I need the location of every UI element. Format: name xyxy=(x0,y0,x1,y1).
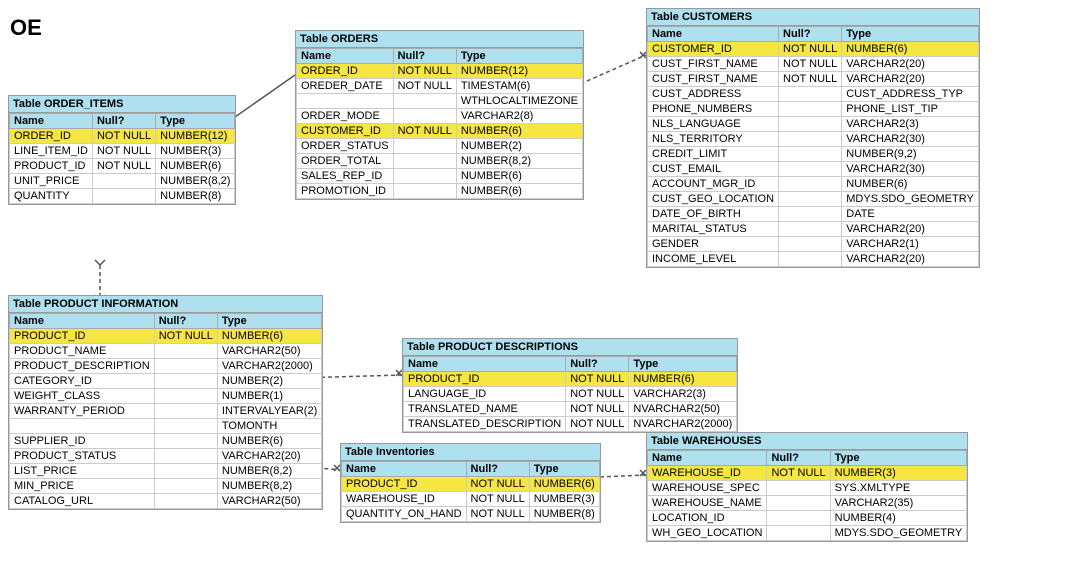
col-header-null: Null? xyxy=(566,357,629,372)
table-customers-title: Table CUSTOMERS xyxy=(647,9,979,26)
table-order-items-title: Table ORDER_ITEMS xyxy=(9,96,235,113)
table-warehouses-title: Table WAREHOUSES xyxy=(647,433,967,450)
col-header-name: Name xyxy=(297,49,394,64)
table-row: CUST_EMAIL VARCHAR2(30) xyxy=(648,162,979,177)
table-product-information-title: Table PRODUCT INFORMATION xyxy=(9,296,322,313)
table-row: CREDIT_LIMIT NUMBER(9,2) xyxy=(648,147,979,162)
table-row: ORDER_MODE VARCHAR2(8) xyxy=(297,109,583,124)
table-product-descriptions-title: Table PRODUCT DESCRIPTIONS xyxy=(403,339,737,356)
table-orders: Table ORDERS Name Null? Type ORDER_ID NO… xyxy=(295,30,584,200)
table-row: PRODUCT_ID NOT NULL NUMBER(6) xyxy=(404,372,737,387)
table-row: CUST_FIRST_NAME NOT NULL VARCHAR2(20) xyxy=(648,57,979,72)
table-row: ORDER_TOTAL NUMBER(8,2) xyxy=(297,154,583,169)
table-row: PRODUCT_STATUS VARCHAR2(20) xyxy=(10,449,322,464)
table-product-descriptions: Table PRODUCT DESCRIPTIONS Name Null? Ty… xyxy=(402,338,738,433)
table-row: OREDER_DATE NOT NULL TIMESTAM(6) xyxy=(297,79,583,94)
table-product-information: Table PRODUCT INFORMATION Name Null? Typ… xyxy=(8,295,323,510)
col-header-null: Null? xyxy=(92,114,155,129)
table-row: CUST_ADDRESS CUST_ADDRESS_TYP xyxy=(648,87,979,102)
table-row: MARITAL_STATUS VARCHAR2(20) xyxy=(648,222,979,237)
table-row: QUANTITY_ON_HAND NOT NULL NUMBER(8) xyxy=(342,507,600,522)
table-row: PRODUCT_ID NOT NULL NUMBER(6) xyxy=(342,477,600,492)
table-row: WEIGHT_CLASS NUMBER(1) xyxy=(10,389,322,404)
table-row: TRANSLATED_NAME NOT NULL NVARCHAR2(50) xyxy=(404,402,737,417)
table-orders-title: Table ORDERS xyxy=(296,31,583,48)
table-row: LANGUAGE_ID NOT NULL VARCHAR2(3) xyxy=(404,387,737,402)
table-row: PROMOTION_ID NUMBER(6) xyxy=(297,184,583,199)
table-row: WTHLOCALTIMEZONE xyxy=(297,94,583,109)
table-order-items: Table ORDER_ITEMS Name Null? Type ORDER_… xyxy=(8,95,236,205)
col-header-name: Name xyxy=(648,27,779,42)
table-row: ORDER_ID NOT NULL NUMBER(12) xyxy=(10,129,235,144)
table-row: WH_GEO_LOCATION MDYS.SDO_GEOMETRY xyxy=(648,526,967,541)
col-header-null: Null? xyxy=(154,314,217,329)
col-header-name: Name xyxy=(10,114,93,129)
col-header-null: Null? xyxy=(779,27,842,42)
table-row: CATEGORY_ID NUMBER(2) xyxy=(10,374,322,389)
table-row: ACCOUNT_MGR_ID NUMBER(6) xyxy=(648,177,979,192)
table-row: PRODUCT_DESCRIPTION VARCHAR2(2000) xyxy=(10,359,322,374)
table-row: PRODUCT_NAME VARCHAR2(50) xyxy=(10,344,322,359)
col-header-type: Type xyxy=(156,114,235,129)
table-row: MIN_PRICE NUMBER(8,2) xyxy=(10,479,322,494)
col-header-type: Type xyxy=(217,314,321,329)
table-row: GENDER VARCHAR2(1) xyxy=(648,237,979,252)
table-row: INCOME_LEVEL VARCHAR2(20) xyxy=(648,252,979,267)
schema-title: OE xyxy=(10,15,42,41)
col-header-type: Type xyxy=(629,357,737,372)
col-header-type: Type xyxy=(830,451,967,466)
table-row: WAREHOUSE_ID NOT NULL NUMBER(3) xyxy=(342,492,600,507)
table-row: WAREHOUSE_NAME VARCHAR2(35) xyxy=(648,496,967,511)
col-header-name: Name xyxy=(342,462,467,477)
col-header-type: Type xyxy=(842,27,979,42)
table-row: SUPPLIER_ID NUMBER(6) xyxy=(10,434,322,449)
table-row: QUANTITY NUMBER(8) xyxy=(10,189,235,204)
table-row: UNIT_PRICE NUMBER(8,2) xyxy=(10,174,235,189)
table-row: DATE_OF_BIRTH DATE xyxy=(648,207,979,222)
table-row: WAREHOUSE_ID NOT NULL NUMBER(3) xyxy=(648,466,967,481)
table-inventories: Table Inventories Name Null? Type PRODUC… xyxy=(340,443,601,523)
table-customers: Table CUSTOMERS Name Null? Type CUSTOMER… xyxy=(646,8,980,268)
table-row: CUSTOMER_ID NOT NULL NUMBER(6) xyxy=(297,124,583,139)
table-row: CUST_FIRST_NAME NOT NULL VARCHAR2(20) xyxy=(648,72,979,87)
table-row: TRANSLATED_DESCRIPTION NOT NULL NVARCHAR… xyxy=(404,417,737,432)
col-header-null: Null? xyxy=(466,462,529,477)
table-row: CUSTOMER_ID NOT NULL NUMBER(6) xyxy=(648,42,979,57)
table-row: NLS_LANGUAGE VARCHAR2(3) xyxy=(648,117,979,132)
table-row: LINE_ITEM_ID NOT NULL NUMBER(3) xyxy=(10,144,235,159)
table-row: NLS_TERRITORY VARCHAR2(30) xyxy=(648,132,979,147)
col-header-null: Null? xyxy=(767,451,830,466)
table-warehouses: Table WAREHOUSES Name Null? Type WAREHOU… xyxy=(646,432,968,542)
col-header-name: Name xyxy=(10,314,155,329)
table-row: PRODUCT_ID NOT NULL NUMBER(6) xyxy=(10,159,235,174)
table-row: ORDER_STATUS NUMBER(2) xyxy=(297,139,583,154)
table-row: ORDER_ID NOT NULL NUMBER(12) xyxy=(297,64,583,79)
col-header-type: Type xyxy=(529,462,599,477)
table-row: CUST_GEO_LOCATION MDYS.SDO_GEOMETRY xyxy=(648,192,979,207)
table-row: WAREHOUSE_SPEC SYS.XMLTYPE xyxy=(648,481,967,496)
table-inventories-title: Table Inventories xyxy=(341,444,600,461)
table-row: PRODUCT_ID NOT NULL NUMBER(6) xyxy=(10,329,322,344)
table-row: SALES_REP_ID NUMBER(6) xyxy=(297,169,583,184)
table-row: PHONE_NUMBERS PHONE_LIST_TIP xyxy=(648,102,979,117)
table-row: TOMONTH xyxy=(10,419,322,434)
table-row: WARRANTY_PERIOD INTERVALYEAR(2) xyxy=(10,404,322,419)
table-row: CATALOG_URL VARCHAR2(50) xyxy=(10,494,322,509)
col-header-type: Type xyxy=(456,49,582,64)
col-header-name: Name xyxy=(648,451,767,466)
table-row: LIST_PRICE NUMBER(8,2) xyxy=(10,464,322,479)
col-header-name: Name xyxy=(404,357,566,372)
col-header-null: Null? xyxy=(393,49,456,64)
diagram-container: OE xyxy=(0,0,1079,566)
table-row: LOCATION_ID NUMBER(4) xyxy=(648,511,967,526)
